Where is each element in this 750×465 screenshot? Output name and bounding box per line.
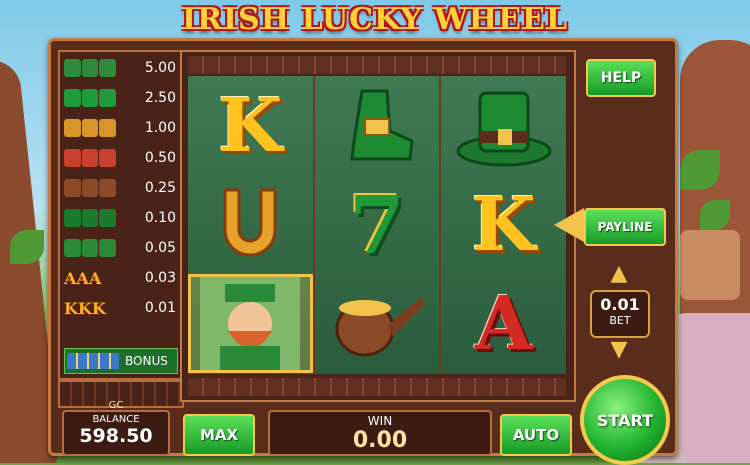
bonus-icon xyxy=(67,353,119,369)
reels: K 7 K A xyxy=(188,76,566,374)
hat-icon xyxy=(64,208,117,228)
bet-label: BET xyxy=(609,314,631,327)
payout-value: 0.05 xyxy=(144,240,176,256)
balance-value: 598.50 xyxy=(79,425,153,447)
payout-value: 2.50 xyxy=(144,90,176,106)
win-value: 0.00 xyxy=(352,428,408,453)
payout-value: 0.25 xyxy=(144,180,176,196)
payline-button[interactable]: PAYLINE xyxy=(584,208,666,246)
leprechaun-icon xyxy=(64,58,117,78)
payout-value: 5.00 xyxy=(144,60,176,76)
reel-cell xyxy=(441,76,566,175)
a-symbol: A xyxy=(474,280,533,367)
paytable-row: 0.50 xyxy=(64,146,176,170)
payout-value: 0.03 xyxy=(144,270,176,286)
paytable-row: 1.00 xyxy=(64,116,176,140)
boot-icon xyxy=(64,238,117,258)
paytable-row: 5.00 xyxy=(64,56,176,80)
game-title: IRISH LUCKY WHEEL xyxy=(182,2,568,37)
reel-cell: 7 xyxy=(315,175,440,274)
reel-cell: K xyxy=(188,76,313,175)
tree-stump xyxy=(680,230,740,300)
seven-symbol: 7 xyxy=(349,177,405,272)
paytable-row: 2.50 xyxy=(64,86,176,110)
start-button[interactable]: START xyxy=(580,375,670,465)
k-symbol: K xyxy=(218,82,283,169)
reel-cell xyxy=(315,76,440,175)
boot-icon xyxy=(350,89,414,160)
hat-icon xyxy=(456,91,552,166)
help-button[interactable]: HELP xyxy=(586,59,656,97)
seven-icon xyxy=(64,88,117,108)
k-symbol: K xyxy=(471,181,536,268)
pipe-icon xyxy=(335,295,425,356)
win-panel: WIN 0.00 xyxy=(268,410,492,456)
paytable-row: 0.25 xyxy=(64,176,176,200)
horseshoe-icon xyxy=(223,188,277,256)
bet-display[interactable]: 0.01 BET xyxy=(590,290,650,338)
letter-k-symbol: KKK xyxy=(64,299,106,318)
win-label: WIN xyxy=(367,414,393,428)
paytable-row: 0.05 xyxy=(64,236,176,260)
paytable-row: AAA 0.03 xyxy=(64,266,176,290)
payout-value: 0.10 xyxy=(144,210,176,226)
bonus-row: BONUS xyxy=(64,348,178,374)
horseshoe-icon xyxy=(64,118,117,138)
leprechaun-icon xyxy=(200,276,301,371)
ornament-icon: ▲ xyxy=(610,261,628,286)
bet-value: 0.01 xyxy=(600,295,640,314)
balance-label: BALANCE xyxy=(92,414,140,425)
ornament-icon: ▼ xyxy=(610,337,628,362)
paytable-row: 0.10 xyxy=(64,206,176,230)
autoplay-button[interactable]: AUTO xyxy=(500,414,572,456)
balance-panel: GC BALANCE 598.50 xyxy=(62,400,170,456)
reel-cell xyxy=(315,274,440,373)
letter-a-symbol: AAA xyxy=(64,269,102,288)
reel-cell: K xyxy=(441,175,566,274)
reel-cell xyxy=(188,274,313,373)
payout-value: 1.00 xyxy=(144,120,176,136)
paytable: 5.00 2.50 1.00 0.50 0.25 0.10 0.05 AAA 0… xyxy=(58,50,184,380)
mushroom-icon xyxy=(64,148,117,168)
reel-3: K A xyxy=(441,76,566,374)
reels-frame: K 7 K A xyxy=(180,50,576,402)
reel-2: 7 xyxy=(315,76,442,374)
reel-cell: A xyxy=(441,274,566,373)
payline-arrow-icon xyxy=(554,208,584,242)
reel-cell xyxy=(188,175,313,274)
paytable-row: KKK 0.01 xyxy=(64,296,176,320)
payout-value: 0.01 xyxy=(144,300,176,316)
payout-value: 0.50 xyxy=(144,150,176,166)
pipe-icon xyxy=(64,178,117,198)
currency-label: GC xyxy=(108,400,124,411)
max-bet-button[interactable]: MAX xyxy=(183,414,255,456)
reel-1: K xyxy=(188,76,315,374)
bonus-label: BONUS xyxy=(125,354,168,368)
